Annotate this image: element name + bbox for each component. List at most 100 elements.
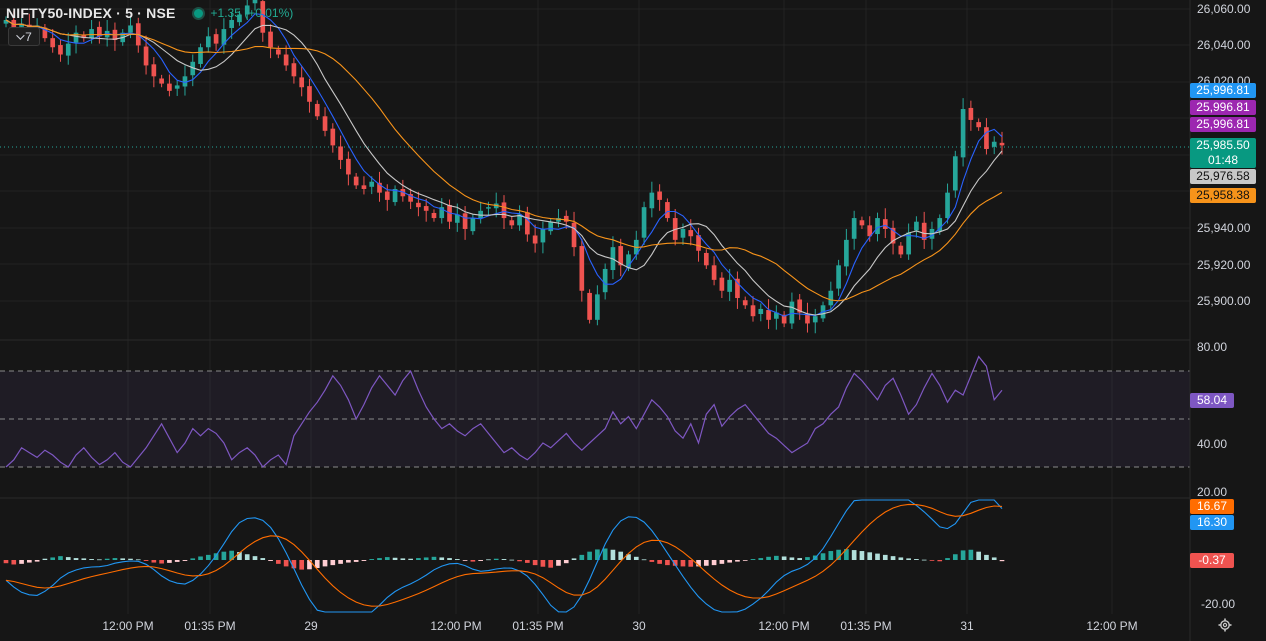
macd-histogram-bar <box>914 559 919 560</box>
macd-histogram-bar <box>97 559 102 561</box>
candle <box>283 54 289 66</box>
macd-histogram-bar <box>493 558 499 560</box>
candle <box>338 146 343 160</box>
macd-histogram-bar <box>377 558 382 560</box>
macd-histogram-bar <box>151 560 157 563</box>
macd-histogram-bar <box>338 560 343 564</box>
candle <box>945 192 950 219</box>
macd-histogram-bar <box>34 560 40 562</box>
candle <box>431 212 437 219</box>
macd-histogram-bar <box>42 558 48 560</box>
candle <box>276 49 281 55</box>
candle <box>205 36 211 48</box>
macd-histogram-bar <box>330 560 336 566</box>
macd-histogram-bar <box>805 557 810 560</box>
macd-histogram-bar <box>104 558 110 560</box>
candle <box>353 176 359 186</box>
symbol-header[interactable]: NIFTY50-INDEX · 5 · NSE +1.35 (+0.01%) <box>6 4 293 22</box>
candle <box>346 158 351 175</box>
last-price: 25,985.50 <box>1196 138 1250 152</box>
macd-line-tag: 16.30 <box>1190 515 1234 530</box>
macd-histogram-bar <box>906 558 911 560</box>
candle <box>89 29 94 39</box>
candle <box>898 245 904 255</box>
ma-purple-tag-1: 25,996.81 <box>1190 100 1256 115</box>
macd-histogram-bar <box>65 557 71 560</box>
macd-histogram-bar <box>276 560 281 564</box>
ma-mid-tag: 25,976.58 <box>1190 169 1256 184</box>
macd-tick: -20.00 <box>1201 597 1235 611</box>
candle <box>548 221 554 232</box>
time-axis: 12:00 PM 01:35 PM 29 12:00 PM 01:35 PM 3… <box>102 619 1137 633</box>
macd-histogram-bar <box>416 558 421 560</box>
time-tick: 12:00 PM <box>1086 619 1137 633</box>
candle <box>851 218 857 239</box>
candle <box>314 103 320 117</box>
candle <box>159 78 164 84</box>
macd-histogram-bar <box>587 551 592 560</box>
candle <box>462 213 468 229</box>
macd-histogram-bar <box>509 559 515 561</box>
candle <box>812 316 818 323</box>
macd-histogram-bar <box>929 560 935 561</box>
macd-histogram-bar <box>750 559 756 560</box>
rsi-value-tag: 58.04 <box>1190 393 1234 408</box>
chevron-down-icon <box>16 30 25 40</box>
candle <box>999 142 1005 146</box>
macd-histogram-bar <box>167 560 172 563</box>
macd-histogram-bar <box>478 560 483 561</box>
macd-histogram-bar <box>649 560 655 562</box>
candle <box>758 308 764 315</box>
candle <box>128 25 133 33</box>
gear-icon[interactable] <box>1218 618 1232 632</box>
macd-histogram-bar <box>618 551 624 560</box>
macd-histogram-bar <box>548 560 554 568</box>
candle <box>470 218 476 232</box>
macd-histogram-bar <box>299 560 305 570</box>
macd-histogram-bar <box>758 558 764 560</box>
candle <box>151 64 157 77</box>
candle <box>252 0 258 4</box>
macd-histogram-bar <box>268 560 273 561</box>
time-tick: 01:35 PM <box>840 619 891 633</box>
candle <box>719 277 725 291</box>
candle <box>509 220 515 226</box>
macd-histogram-bar <box>143 560 149 561</box>
macd-histogram-bar <box>851 550 857 560</box>
macd-histogram-bar <box>470 560 476 562</box>
price-change: +1.35 (+0.01%) <box>210 6 294 20</box>
price-tick: 25,900.00 <box>1197 294 1251 308</box>
candle <box>991 141 997 147</box>
trading-chart[interactable]: 26,060.00 26,040.00 26,020.00 25,940.00 … <box>0 0 1266 641</box>
candle <box>416 202 421 208</box>
ma-fast-line <box>5 13 1003 317</box>
macd-histogram-bar <box>952 554 958 560</box>
macd-histogram-bar <box>657 560 662 564</box>
macd-histogram-bar <box>525 560 530 563</box>
time-tick: 01:35 PM <box>512 619 563 633</box>
candle <box>960 109 966 158</box>
symbol-title[interactable]: NIFTY50-INDEX · 5 · NSE <box>6 5 176 21</box>
candle <box>563 215 569 222</box>
price-tick: 25,920.00 <box>1197 258 1251 272</box>
candle <box>369 181 375 187</box>
macd-histogram-bar <box>867 552 873 560</box>
indicators-toggle-button[interactable]: 7 <box>8 27 40 46</box>
candle <box>213 34 219 44</box>
macd-histogram-bar <box>937 560 943 562</box>
candle <box>968 107 974 120</box>
candle <box>486 207 491 209</box>
time-tick: 31 <box>960 619 974 633</box>
macd-histogram-bar <box>610 549 616 560</box>
price-tick: 25,940.00 <box>1197 221 1251 235</box>
macd-histogram-bar <box>447 558 452 560</box>
candle <box>727 279 732 292</box>
macd-signal-tag: 16.67 <box>1190 499 1234 514</box>
macd-histogram-bar <box>797 558 803 560</box>
macd-histogram-bar <box>244 554 250 560</box>
macd-histogram-bar <box>828 551 834 560</box>
time-tick: 12:00 PM <box>430 619 481 633</box>
macd-histogram-bar <box>563 560 569 564</box>
macd-histogram-bar <box>190 558 196 560</box>
macd-histogram-bar <box>89 559 94 560</box>
